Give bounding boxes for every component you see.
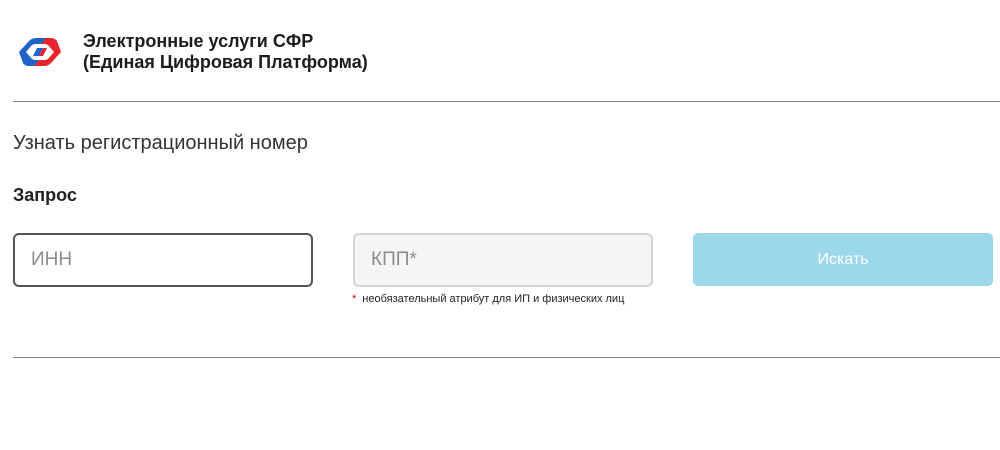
inn-input[interactable] [13, 233, 313, 287]
header-divider [13, 101, 1000, 102]
kpp-note-text: необязательный атрибут для ИП и физическ… [362, 293, 625, 305]
kpp-input[interactable] [353, 233, 653, 287]
section-title: Запрос [13, 185, 77, 205]
app-title-line1: Электронные услуги СФР [83, 31, 314, 51]
form-divider [13, 357, 1000, 358]
kpp-note: * необязательный атрибут для ИП и физичес… [352, 293, 624, 305]
app-title: Электронные услуги СФР (Единая Цифровая … [83, 31, 368, 73]
app-title-line2: (Единая Цифровая Платформа) [83, 52, 368, 72]
search-button[interactable]: Искать [693, 233, 993, 286]
required-marker: * [352, 293, 357, 305]
sfr-logo-icon [19, 38, 61, 66]
page-title: Узнать регистрационный номер [13, 132, 308, 154]
header: Электронные услуги СФР (Единая Цифровая … [0, 0, 1000, 101]
